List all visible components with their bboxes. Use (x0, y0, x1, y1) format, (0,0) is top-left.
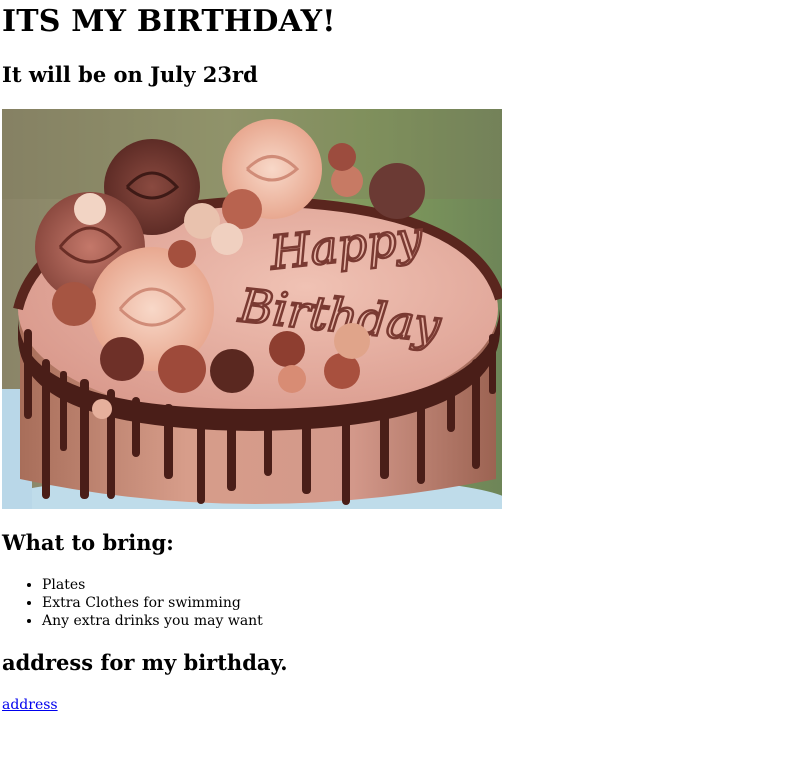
what-to-bring-heading: What to bring: (2, 530, 174, 555)
birthday-date-subtitle: It will be on July 23rd (2, 62, 258, 87)
page-title: ITS MY BIRTHDAY! (2, 4, 336, 39)
list-item: Extra Clothes for swimming (42, 594, 263, 612)
list-item: Any extra drinks you may want (42, 612, 263, 630)
birthday-cake-image: Happy Birthday (2, 109, 502, 509)
bring-list: Plates Extra Clothes for swimming Any ex… (0, 576, 263, 630)
address-link[interactable]: address (2, 697, 58, 713)
address-heading: address for my birthday. (2, 650, 288, 675)
list-item: Plates (42, 576, 263, 594)
